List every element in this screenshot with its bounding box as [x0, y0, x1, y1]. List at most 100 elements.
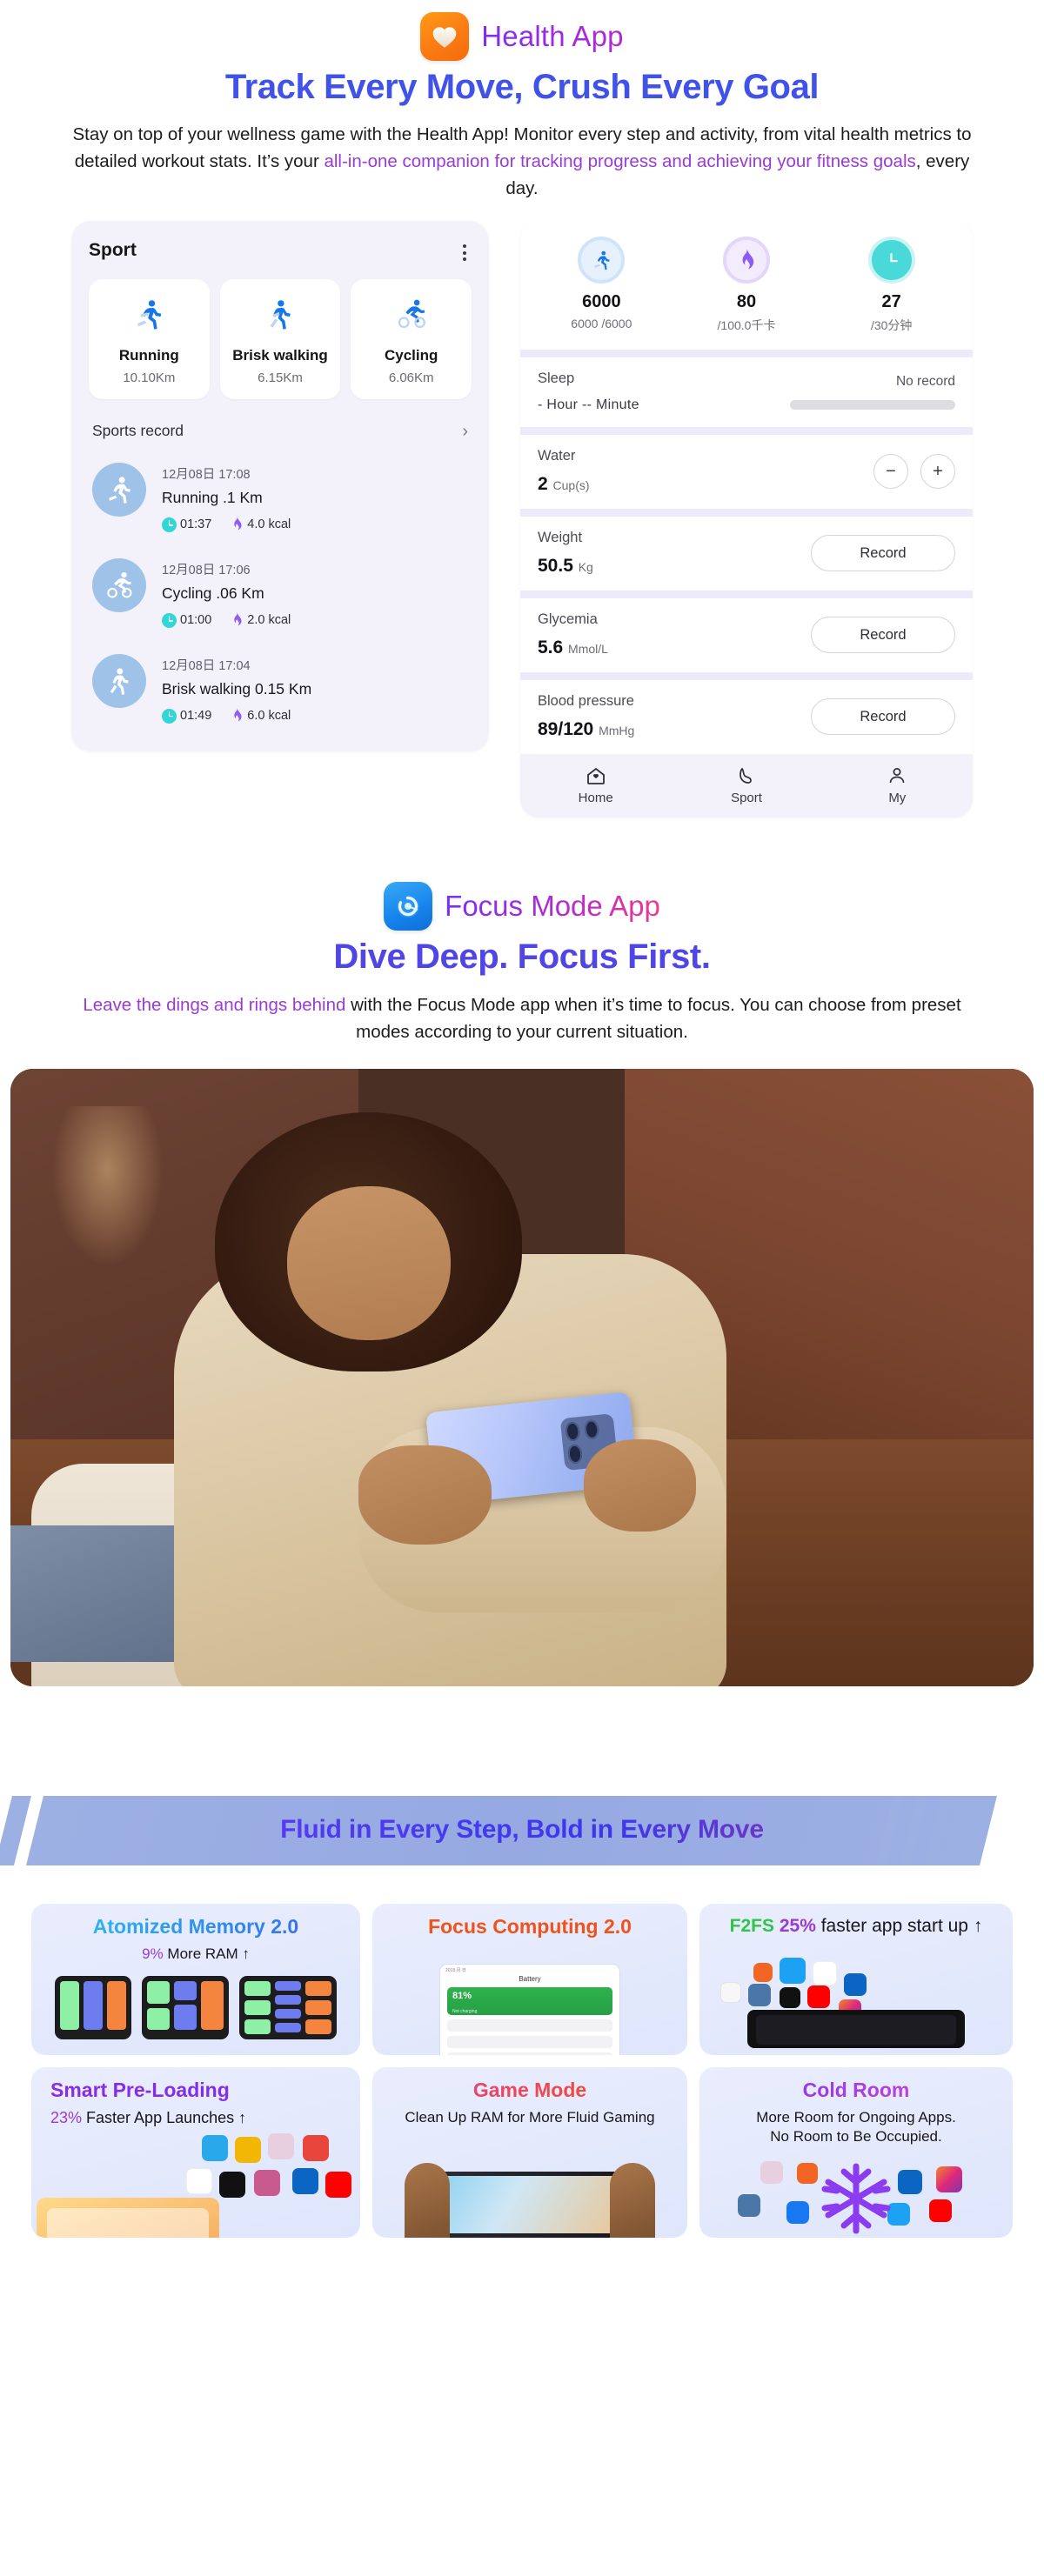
focus-app-name: Focus Mode App — [445, 890, 660, 923]
blood-pressure-value: 89/120 MmHg — [538, 719, 635, 740]
feature-title: Atomized Memory 2.0 — [42, 1915, 350, 1938]
feature-card-atomized-memory[interactable]: Atomized Memory 2.0 9% More RAM ↑ — [31, 1903, 360, 2055]
sports-record-label: Sports record — [92, 422, 184, 440]
banner-title: Fluid in Every Step, Bold in Every Move — [0, 1815, 1044, 1845]
divider — [520, 427, 973, 436]
sleep-row[interactable]: Sleep - Hour -- Minute No record — [520, 357, 973, 428]
app-icon-cloud-art — [699, 1957, 1013, 2055]
feature-card-cold-room[interactable]: Cold Room More Room for Ongoing Apps. No… — [699, 2066, 1013, 2238]
ring-goal: /100.0千卡 — [717, 318, 776, 333]
steps-icon — [578, 237, 626, 284]
clock-icon — [162, 708, 177, 724]
battery-percent: 81% — [452, 1990, 472, 2001]
focus-lede-highlight: Leave the dings and rings behind — [83, 995, 346, 1016]
sleep-progress-bar — [790, 400, 955, 410]
goal-rings-section: 6000 6000 /6000 80 /100.0千卡 27 /30分钟 — [520, 221, 973, 350]
glycemia-label: Glycemia — [538, 611, 598, 628]
ring-value: 80 — [736, 292, 757, 312]
water-increment-button[interactable]: + — [920, 454, 955, 490]
feature-title: Focus Computing 2.0 — [428, 1914, 632, 1938]
cycling-icon — [92, 558, 146, 613]
tab-sport[interactable]: Sport — [671, 764, 821, 805]
record-duration: 01:37 — [162, 517, 211, 532]
sleep-status: No record — [895, 374, 955, 390]
flame-icon — [723, 237, 770, 284]
feature-title: Game Mode — [383, 2079, 677, 2101]
sport-tile-cycling[interactable]: Cycling 6.06Km — [351, 279, 472, 400]
sport-tile-distance: 6.06Km — [388, 370, 434, 386]
blood-pressure-record-button[interactable]: Record — [811, 698, 955, 736]
record-name: Running .1 Km — [162, 489, 263, 507]
list-item[interactable]: 12月08日 17:06 Cycling .06 Km 01:00 2.0 kc… — [89, 544, 472, 640]
tab-label: My — [888, 791, 907, 806]
glycemia-record-button[interactable]: Record — [811, 617, 955, 654]
sport-tiles: Running 10.10Km Brisk walking 6.15Km Cyc… — [89, 279, 472, 400]
feature-row-2: Smart Pre-Loading 23% Faster App Launche… — [31, 2066, 1013, 2238]
feature-card-f2fs[interactable]: F2FS 25% faster app start up ↑ — [699, 1903, 1013, 2055]
feature-card-focus-computing[interactable]: Focus Computing 2.0 2018 月 日 Battery 81%… — [372, 1903, 687, 2055]
feature-title: F2FS 25% faster app start up ↑ — [729, 1915, 983, 1936]
focus-lede-rest: with the Focus Mode app when it’s time t… — [345, 995, 961, 1043]
divider — [520, 591, 973, 599]
weight-record-button[interactable]: Record — [811, 535, 955, 572]
screenshot-title: Battery — [519, 1974, 541, 1983]
divider — [520, 672, 973, 681]
running-icon — [94, 295, 204, 335]
health-lede-highlight: all-in-one companion for tracking progre… — [324, 151, 916, 172]
sports-record-header[interactable]: Sports record › — [89, 422, 472, 440]
kebab-menu-icon[interactable] — [458, 240, 472, 265]
chevron-right-icon[interactable]: › — [462, 423, 468, 440]
list-item[interactable]: 12月08日 17:04 Brisk walking 0.15 Km 01:49… — [89, 640, 472, 736]
record-calories: 4.0 kcal — [231, 517, 291, 532]
blood-pressure-label: Blood pressure — [538, 693, 634, 710]
record-date: 12月08日 17:08 — [162, 468, 251, 483]
tab-my[interactable]: My — [822, 764, 973, 805]
weight-value: 50.5 Kg — [538, 556, 593, 577]
sport-tile-name: Brisk walking — [232, 347, 328, 364]
cycling-icon — [356, 295, 466, 335]
fluid-banner: Fluid in Every Step, Bold in Every Move — [0, 1777, 1044, 1872]
list-item[interactable]: 12月08日 17:08 Running .1 Km 01:37 4.0 kca… — [89, 449, 472, 544]
blood-pressure-row: Blood pressure 89/120 MmHg Record — [520, 680, 973, 755]
walking-icon — [92, 654, 146, 709]
record-name: Cycling .06 Km — [162, 584, 264, 603]
ring-value: 27 — [881, 292, 901, 312]
heart-icon — [420, 12, 470, 61]
flame-icon — [234, 612, 242, 626]
goal-ring-steps[interactable]: 6000 6000 /6000 — [529, 237, 674, 334]
health-lede: Stay on top of your wellness game with t… — [61, 121, 983, 202]
clock-icon — [162, 612, 177, 628]
feature-card-game-mode[interactable]: Game Mode Clean Up RAM for More Fluid Ga… — [372, 2066, 687, 2238]
sport-tile-name: Cycling — [384, 347, 438, 364]
sport-tile-brisk-walking[interactable]: Brisk walking 6.15Km — [219, 279, 341, 400]
walking-icon — [225, 295, 336, 335]
divider — [520, 509, 973, 517]
flame-icon — [234, 517, 242, 531]
battery-note: Not charging — [452, 2008, 478, 2014]
feature-title: Cold Room — [710, 2079, 1002, 2101]
tab-home[interactable]: Home — [520, 764, 671, 805]
health-screens-row: Sport Running 10.10Km Brisk walking 6.15… — [0, 221, 1044, 818]
record-duration: 01:00 — [162, 612, 211, 628]
woman-holding-phone-photo — [10, 1068, 1034, 1686]
feature-title: Smart Pre-Loading — [42, 2079, 350, 2101]
sport-tile-running[interactable]: Running 10.10Km — [89, 279, 210, 400]
water-decrement-button[interactable]: − — [873, 454, 908, 490]
divider — [520, 350, 973, 358]
sleep-label: Sleep — [538, 370, 575, 387]
feature-subtitle: 9% More RAM ↑ — [142, 1945, 250, 1963]
water-label: Water — [538, 448, 576, 464]
focus-headline: Dive Deep. Focus First. — [333, 938, 711, 977]
ring-goal: /30分钟 — [870, 318, 913, 333]
water-value: 2 Cup(s) — [538, 474, 590, 495]
record-date: 12月08日 17:04 — [162, 659, 251, 674]
sports-record-list: 12月08日 17:08 Running .1 Km 01:37 4.0 kca… — [89, 449, 472, 736]
goal-ring-calories[interactable]: 80 /100.0千卡 — [674, 237, 820, 334]
goal-ring-minutes[interactable]: 27 /30分钟 — [819, 237, 964, 334]
health-app-name: Health App — [481, 20, 624, 52]
tab-label: Sport — [731, 791, 762, 806]
feature-card-smart-preloading[interactable]: Smart Pre-Loading 23% Faster App Launche… — [31, 2066, 360, 2238]
health-headline: Track Every Move, Crush Every Goal — [224, 68, 820, 106]
battery-screenshot-art: 2018 月 日 Battery 81% Not charging — [440, 1964, 619, 2055]
feature-grid: Atomized Memory 2.0 9% More RAM ↑ Focus … — [31, 1903, 1013, 2238]
